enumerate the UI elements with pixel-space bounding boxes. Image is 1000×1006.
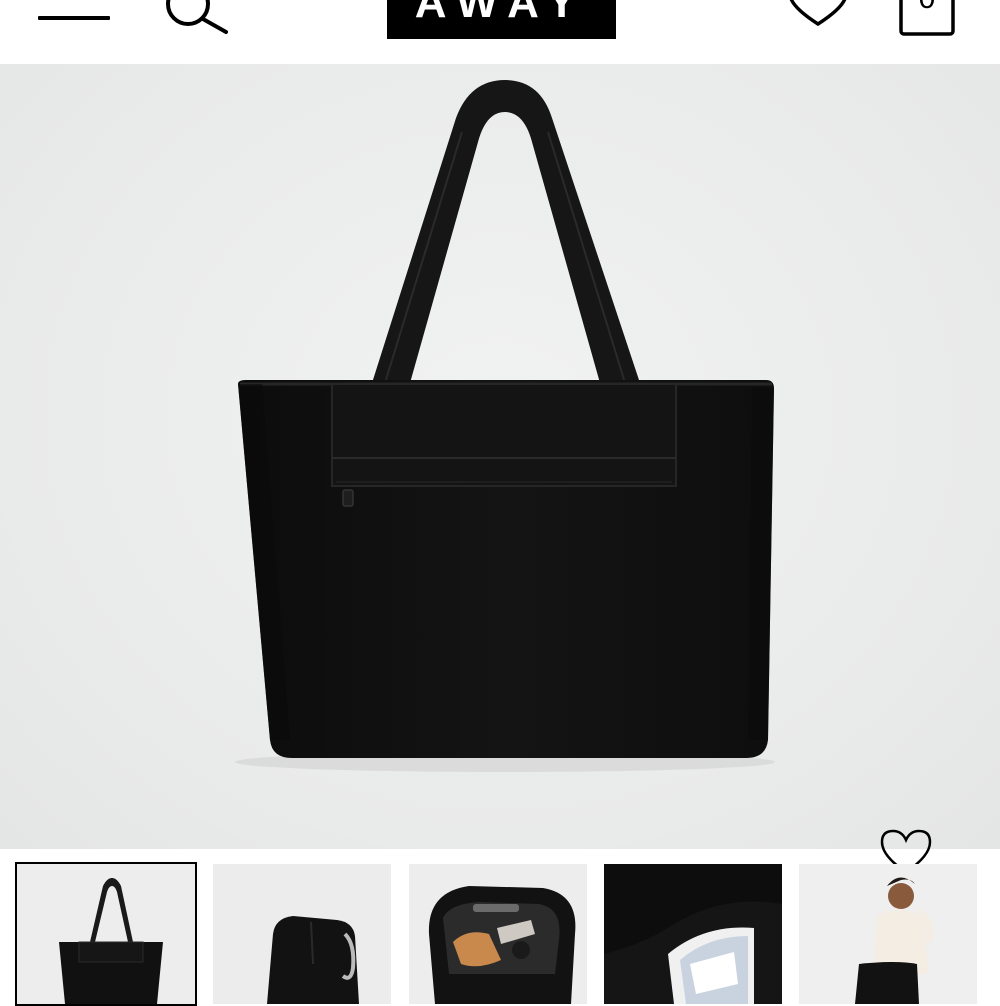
tote-interior-pocket-thumbnail-image [604,864,782,1004]
main-product-image[interactable] [0,64,1000,874]
cart-count: 0 [899,0,955,16]
logo-text: AWAY [414,0,589,27]
thumbnail-tote-open-top[interactable] [409,864,587,1004]
thumbnail-tote-side[interactable] [213,864,391,1004]
tote-front-thumbnail-image [17,864,195,1004]
thumbnail-tote-interior-pocket[interactable] [604,864,782,1004]
thumbnail-strip [0,860,1000,1006]
tote-on-model-thumbnail-image [799,864,977,1004]
thumbnail-tote-on-model[interactable] [799,864,977,1004]
cart-button[interactable]: 0 [899,0,955,36]
tote-open-top-thumbnail-image [409,864,587,1004]
thumbnail-tote-front[interactable] [15,862,197,1006]
menu-button[interactable] [38,0,112,24]
search-icon [166,0,228,34]
wishlist-button[interactable] [786,0,850,27]
brand-logo[interactable]: AWAY [387,0,616,39]
top-navigation-bar: AWAY 0 [0,0,1000,62]
search-button[interactable] [160,0,232,36]
heart-icon [789,0,847,27]
tote-side-thumbnail-image [213,864,391,1004]
tote-bag-image [235,80,775,772]
